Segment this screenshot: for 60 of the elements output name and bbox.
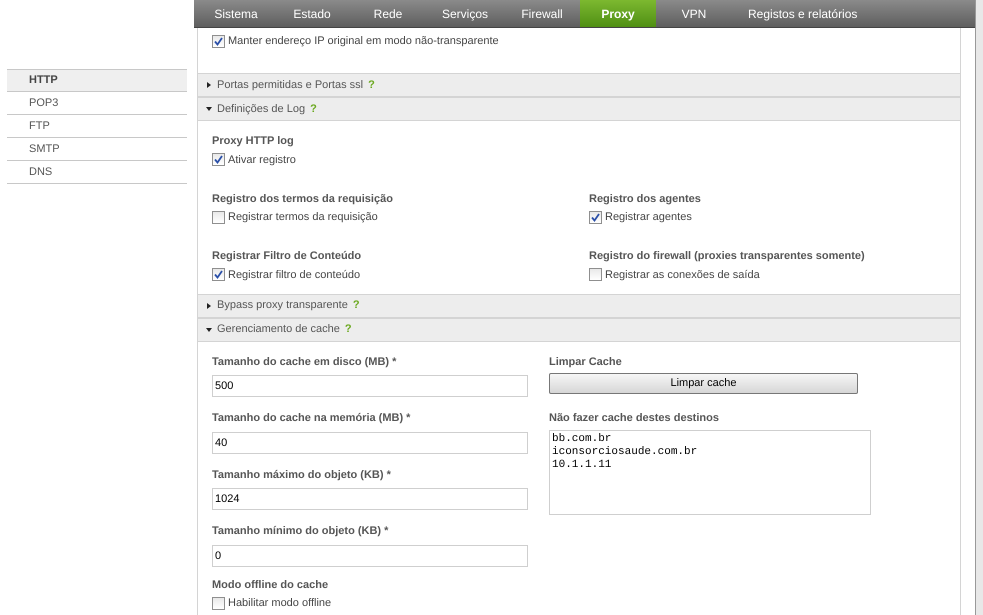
nav-tab[interactable]: Rede [350, 0, 426, 27]
caret-down-icon [206, 106, 212, 112]
text-field[interactable]: 40 [212, 432, 528, 454]
checkbox[interactable] [589, 268, 602, 281]
checkbox-label: Registrar filtro de conteúdo [228, 268, 360, 282]
check-icon [214, 155, 223, 164]
checkbox[interactable] [212, 153, 225, 166]
check-icon [214, 36, 223, 46]
group-title: Registro do firewall (proxies transparentes somente) [589, 249, 866, 264]
section-title: Definições de Log [217, 102, 306, 117]
checkbox[interactable] [212, 596, 225, 610]
group-title: Não fazer cache destes destinos [549, 411, 720, 426]
checkbox-label: Registrar termos da requisição [228, 210, 378, 224]
check-icon [591, 212, 600, 222]
section-title: Bypass proxy transparente [217, 298, 348, 314]
destinations-textarea[interactable]: bb.com.br iconsorciosaude.com.br 10.1.1.11 [549, 430, 871, 514]
group-title: Tamanho máximo do objeto (KB) * [212, 468, 392, 482]
section-header[interactable]: Bypass proxy transparente ? [198, 294, 960, 318]
group-title: Tamanho mínimo do objeto (KB) * [212, 524, 390, 539]
group-title: Registro dos termos da requisição [212, 192, 394, 206]
group-title: Registrar Filtro de Conteúdo [212, 249, 362, 264]
section-header[interactable]: Gerenciamento de cache ? [198, 318, 960, 342]
nav-tab[interactable]: Serviços [426, 0, 504, 27]
sidebar-item[interactable]: DNS [7, 161, 187, 184]
text-field[interactable]: 500 [212, 375, 528, 397]
checkbox-label: Ativar registro [228, 152, 296, 166]
section-header[interactable]: Portas permitidas e Portas ssl ? [198, 73, 960, 97]
nav-tab[interactable]: Estado [274, 0, 350, 27]
group-title: Limpar Cache [549, 354, 623, 370]
sidebar-item[interactable]: HTTP [7, 69, 187, 92]
section-title: Portas permitidas e Portas ssl [217, 78, 364, 93]
caret-right-icon [206, 302, 212, 308]
group-title: Proxy HTTP log [212, 134, 295, 149]
checkbox-label: Habilitar modo offline [228, 596, 332, 610]
text-field[interactable]: 1024 [212, 488, 528, 510]
checkbox-label: Registrar agentes [605, 210, 692, 224]
check-icon [214, 270, 223, 279]
checkbox-label: Registrar as conexões de saída [605, 268, 760, 282]
nav-tab[interactable]: VPN [656, 0, 732, 27]
section-title: Gerenciamento de cache [217, 322, 340, 338]
group-title: Registro dos agentes [589, 192, 702, 206]
group-title: Tamanho do cache em disco (MB) * [212, 354, 398, 370]
caret-right-icon [206, 82, 212, 88]
nav-tab[interactable]: Firewall [504, 0, 580, 27]
checkbox-label: Manter endereço IP original em modo não-transparente [228, 34, 499, 48]
nav-tab[interactable]: Registos e relatórios [732, 0, 874, 27]
sidebar-item[interactable]: POP3 [7, 92, 187, 115]
checkbox[interactable] [212, 34, 225, 48]
text-field[interactable]: 0 [212, 544, 528, 566]
sidebar-item[interactable]: FTP [7, 115, 187, 138]
caret-down-icon [206, 326, 212, 332]
nav-tab[interactable]: Sistema [198, 0, 274, 27]
clear-cache-button[interactable]: Limpar cache [549, 373, 858, 394]
checkbox[interactable] [212, 268, 225, 281]
sidebar-item[interactable]: SMTP [7, 138, 187, 161]
checkbox[interactable] [589, 210, 602, 224]
group-title: Modo offline do cache [212, 578, 330, 592]
section-header[interactable]: Definições de Log ? [198, 97, 960, 121]
group-title: Tamanho do cache na memória (MB) * [212, 411, 412, 426]
checkbox[interactable] [212, 210, 225, 224]
